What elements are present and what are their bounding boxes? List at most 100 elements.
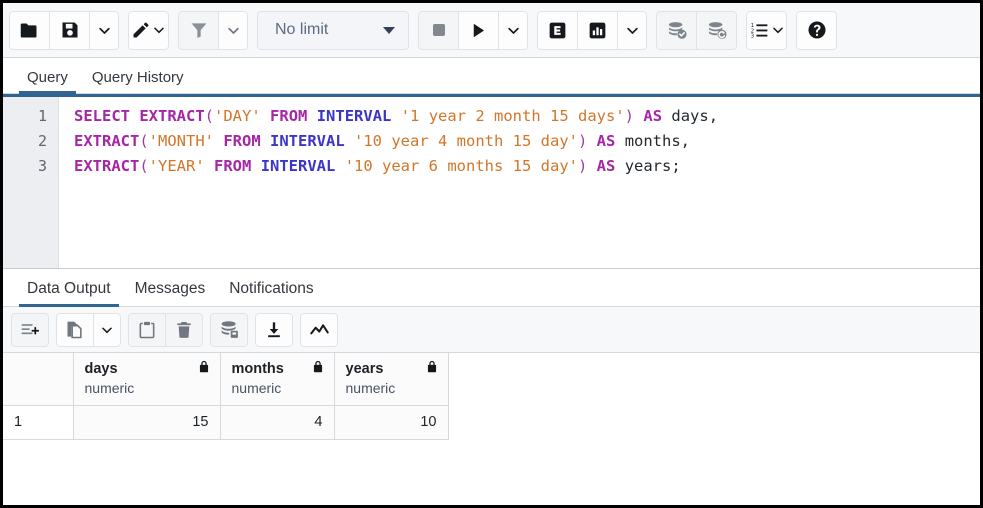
filter-dropdown[interactable]	[218, 11, 248, 50]
pgadmin-query-tool: No limit	[0, 0, 983, 508]
sql-token	[615, 157, 624, 175]
database-rollback-icon	[706, 19, 728, 41]
column-name: years	[346, 361, 384, 377]
execute-dropdown[interactable]	[498, 11, 528, 50]
lock-icon	[425, 360, 439, 378]
pencil-icon	[131, 20, 151, 40]
table-row[interactable]: 1 15 4 10	[3, 405, 448, 439]
help-button[interactable]	[796, 11, 837, 50]
sql-token	[335, 157, 344, 175]
row-limit-select[interactable]: No limit	[257, 11, 409, 50]
sql-token	[214, 132, 223, 150]
tab-query[interactable]: Query	[15, 69, 80, 93]
sql-token: INTERVAL	[261, 157, 336, 175]
cell-days[interactable]: 15	[73, 405, 220, 439]
folder-icon	[19, 20, 40, 41]
download-icon	[264, 320, 284, 340]
results-toolbar	[3, 307, 980, 353]
save-data-button[interactable]	[210, 313, 248, 347]
sql-token: )	[625, 107, 634, 125]
save-disk-icon	[60, 20, 80, 40]
sql-token: (	[139, 132, 148, 150]
results-grid[interactable]: days numeric months	[3, 353, 980, 505]
stop-button[interactable]	[418, 11, 459, 50]
sql-token: days,	[671, 107, 718, 125]
explain-button-group	[537, 11, 647, 50]
play-icon	[469, 21, 488, 40]
tab-data-output[interactable]: Data Output	[15, 280, 123, 306]
copy-dropdown[interactable]	[93, 313, 121, 347]
explain-dropdown[interactable]	[617, 11, 647, 50]
sql-token: EXTRACT	[74, 132, 139, 150]
column-header-years[interactable]: years numeric	[334, 353, 448, 405]
sql-editor[interactable]: 1 2 3 SELECT EXTRACT( 'DAY' FROM INTERVAL…	[3, 94, 980, 269]
explain-analyze-button[interactable]	[577, 11, 618, 50]
sql-token: 'YEAR'	[149, 157, 205, 175]
header-row: days numeric months	[3, 353, 448, 405]
sql-token: years;	[625, 157, 681, 175]
sql-token: )	[578, 157, 587, 175]
help-button-group	[796, 11, 837, 50]
sql-token: SELECT	[74, 107, 130, 125]
trash-icon	[174, 320, 194, 340]
graph-visualiser-button[interactable]	[300, 313, 338, 347]
line-number: 1	[3, 104, 58, 129]
add-row-button[interactable]	[11, 313, 49, 347]
filter-button-group	[178, 11, 248, 50]
bar-chart-icon	[587, 20, 608, 41]
column-header-months[interactable]: months numeric	[220, 353, 334, 405]
tab-notifications[interactable]: Notifications	[217, 280, 325, 306]
clipboard-icon	[137, 320, 157, 340]
sql-token: AS	[643, 107, 662, 125]
line-graph-icon	[309, 319, 330, 340]
sql-line: SELECT EXTRACT('DAY' FROM INTERVAL '1 ye…	[74, 104, 980, 129]
row-limit-value: No limit	[275, 21, 328, 39]
download-button[interactable]	[255, 313, 293, 347]
sql-code[interactable]: SELECT EXTRACT( 'DAY' FROM INTERVAL '1 ye…	[59, 94, 980, 268]
sql-line: EXTRACT('YEAR' FROM INTERVAL '10 year 6 …	[74, 154, 980, 179]
database-save-icon	[219, 319, 240, 340]
sql-token	[634, 107, 643, 125]
macros-button[interactable]: 123	[746, 11, 787, 50]
column-header-days[interactable]: days numeric	[73, 353, 220, 405]
chevron-down-icon	[771, 23, 785, 37]
edit-button-group	[128, 11, 169, 50]
stop-square-icon	[430, 21, 448, 39]
copy-button[interactable]	[56, 313, 94, 347]
row-number: 1	[3, 405, 73, 439]
line-number-gutter: 1 2 3	[3, 94, 59, 268]
chevron-down-icon	[226, 23, 241, 38]
sql-token: 'DAY'	[214, 107, 261, 125]
cell-years[interactable]: 10	[334, 405, 448, 439]
save-data-group	[210, 313, 248, 347]
delete-row-button[interactable]	[165, 313, 203, 347]
save-file-dropdown[interactable]	[89, 11, 119, 50]
execute-button[interactable]	[458, 11, 499, 50]
add-row-icon	[20, 320, 40, 340]
sql-token: FROM	[214, 157, 251, 175]
save-file-button[interactable]	[49, 11, 90, 50]
paste-button[interactable]	[128, 313, 166, 347]
commit-button[interactable]	[656, 11, 697, 50]
column-type: numeric	[346, 380, 439, 396]
sql-token: AS	[597, 132, 616, 150]
download-group	[255, 313, 293, 347]
sql-token: AS	[597, 157, 616, 175]
rollback-button[interactable]	[696, 11, 737, 50]
chevron-down-icon	[383, 27, 395, 34]
cell-months[interactable]: 4	[220, 405, 334, 439]
query-toolbar: No limit	[3, 3, 980, 58]
open-file-button[interactable]	[9, 11, 50, 50]
sql-token	[587, 157, 596, 175]
sql-token	[587, 132, 596, 150]
tab-query-history[interactable]: Query History	[80, 69, 196, 93]
tab-messages[interactable]: Messages	[123, 280, 218, 306]
sql-token: INTERVAL	[317, 107, 392, 125]
explain-button[interactable]	[537, 11, 578, 50]
edit-button[interactable]	[128, 11, 169, 50]
results-body: 1 15 4 10	[3, 405, 448, 439]
filter-button[interactable]	[178, 11, 219, 50]
output-tabbar: Data Output Messages Notifications	[3, 269, 980, 307]
lock-icon	[197, 360, 211, 378]
sql-token: '1 year 2 month 15 days'	[401, 107, 625, 125]
